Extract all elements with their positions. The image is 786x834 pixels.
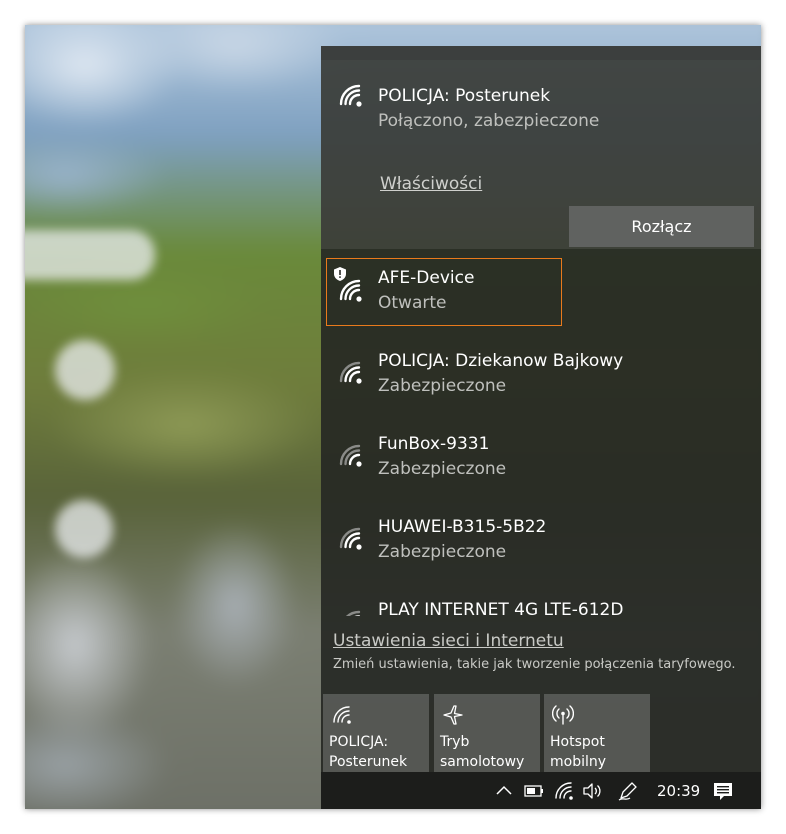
airplane-icon (442, 704, 464, 726)
wifi-icon[interactable] (553, 780, 575, 802)
connected-network-status: Połączono, zabezpieczone (378, 111, 600, 131)
wifi-signal-icon (337, 359, 365, 387)
network-item[interactable]: POLICJA: Dziekanow Bajkowy Zabezpieczone (321, 342, 761, 412)
network-item-afe-device[interactable]: AFE-Device Otwarte (326, 258, 562, 326)
wifi-signal-icon (337, 82, 365, 110)
network-status: Zabezpieczone (378, 376, 507, 396)
network-name: AFE-Device (378, 268, 475, 288)
wifi-signal-icon (337, 525, 365, 553)
network-status: Zabezpieczone (378, 459, 507, 479)
blurred-search-widget (25, 230, 155, 280)
network-name: POLICJA: Dziekanow Bajkowy (378, 351, 624, 371)
network-item[interactable]: PLAY INTERNET 4G LTE-612D (321, 591, 761, 616)
network-name: PLAY INTERNET 4G LTE-612D (378, 600, 624, 616)
chevron-up-icon[interactable] (493, 780, 515, 802)
network-item[interactable]: FunBox-9331 Zabezpieczone (321, 425, 761, 495)
network-name: HUAWEI-B315-5B22 (378, 517, 547, 537)
wifi-signal-icon (337, 608, 365, 616)
blurred-app-circle-2 (55, 500, 113, 558)
screenshot-frame: POLICJA: Posterunek Połączono, zabezpiec… (25, 25, 761, 809)
disconnect-button[interactable]: Rozłącz (569, 206, 754, 247)
network-status: Otwarte (378, 293, 447, 313)
hotspot-icon (551, 704, 575, 726)
network-item[interactable]: HUAWEI-B315-5B22 Zabezpieczone (321, 508, 761, 578)
quick-action-label: Hotspot mobilny (550, 734, 607, 770)
blurred-app-circle-1 (55, 340, 115, 400)
network-settings-description: Zmień ustawienia, takie jak tworzenie po… (333, 657, 736, 672)
properties-link[interactable]: Właściwości (380, 174, 482, 194)
network-settings-link[interactable]: Ustawienia sieci i Internetu (333, 631, 564, 651)
quick-action-label: Tryb samolotowy (440, 734, 525, 770)
network-name: FunBox-9331 (378, 434, 490, 454)
taskbar: 20:39 (321, 772, 761, 809)
action-center-icon[interactable] (712, 780, 734, 802)
shield-warning-icon (334, 266, 346, 281)
network-status: Zabezpieczone (378, 542, 507, 562)
battery-icon[interactable] (523, 780, 545, 802)
pen-icon[interactable] (617, 780, 639, 802)
quick-action-mobile-hotspot[interactable]: Hotspot mobilny (544, 694, 650, 772)
wifi-signal-icon (337, 442, 365, 470)
quick-action-airplane-mode[interactable]: Tryb samolotowy (434, 694, 540, 772)
quick-action-label: POLICJA: Posterunek (329, 734, 408, 770)
connected-network-name: POLICJA: Posterunek (378, 86, 551, 106)
wifi-signal-icon (337, 277, 365, 305)
connected-network-card[interactable]: POLICJA: Posterunek Połączono, zabezpiec… (321, 60, 761, 249)
taskbar-clock[interactable]: 20:39 (657, 782, 700, 800)
quick-action-wifi[interactable]: POLICJA: Posterunek (323, 694, 429, 772)
wifi-icon (331, 704, 353, 726)
flyout-top-edge (321, 46, 761, 60)
network-flyout: POLICJA: Posterunek Połączono, zabezpiec… (321, 46, 761, 772)
volume-icon[interactable] (581, 780, 603, 802)
